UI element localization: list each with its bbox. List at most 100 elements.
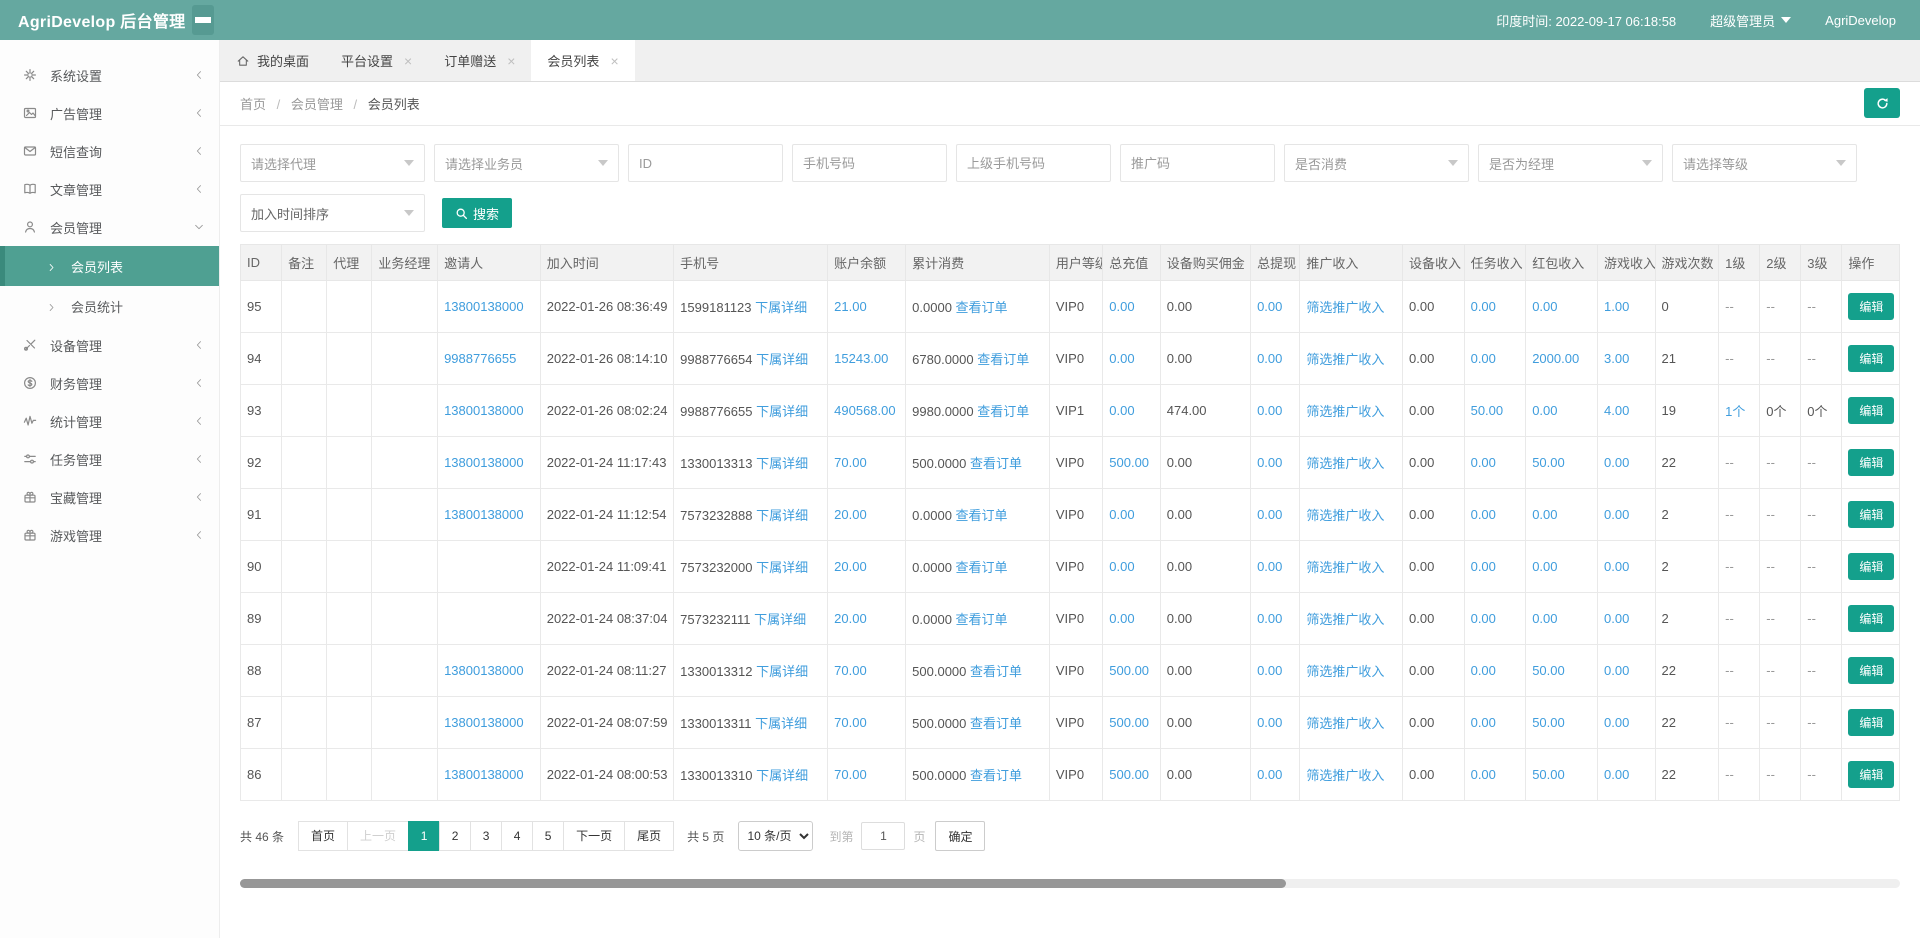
close-icon[interactable]: × (404, 53, 412, 69)
sort-select[interactable]: 加入时间排序 (240, 194, 425, 232)
subordinate-detail-link[interactable]: 下属详细 (755, 300, 807, 315)
edit-button[interactable]: 编辑 (1848, 501, 1894, 528)
edit-button[interactable]: 编辑 (1848, 709, 1894, 736)
withdraw-link[interactable]: 0.00 (1257, 403, 1282, 418)
promo-income-filter-link[interactable]: 筛选推广收入 (1306, 456, 1384, 471)
redpacket-income-link[interactable]: 2000.00 (1532, 351, 1579, 366)
inviter-link[interactable]: 13800138000 (444, 715, 524, 730)
agent-select[interactable]: 请选择代理 (240, 144, 425, 182)
game-income-link[interactable]: 0.00 (1604, 663, 1629, 678)
search-button[interactable]: 搜索 (442, 198, 512, 228)
subordinate-detail-link[interactable]: 下属详细 (755, 716, 807, 731)
recharge-link[interactable]: 0.00 (1109, 351, 1134, 366)
withdraw-link[interactable]: 0.00 (1257, 663, 1282, 678)
withdraw-link[interactable]: 0.00 (1257, 767, 1282, 782)
balance-link[interactable]: 70.00 (834, 767, 867, 782)
subordinate-detail-link[interactable]: 下属详细 (756, 404, 808, 419)
sidebar-item-finance-management[interactable]: 财务管理 (0, 364, 219, 402)
page-last-button[interactable]: 尾页 (624, 821, 674, 851)
view-order-link[interactable]: 查看订单 (956, 300, 1008, 315)
inviter-link[interactable]: 13800138000 (444, 663, 524, 678)
sidebar-item-member-list[interactable]: 会员列表 (0, 246, 219, 286)
subordinate-detail-link[interactable]: 下属详细 (754, 612, 806, 627)
sidebar-item-ad-management[interactable]: 广告管理 (0, 94, 219, 132)
game-income-link[interactable]: 0.00 (1604, 767, 1629, 782)
balance-link[interactable]: 70.00 (834, 663, 867, 678)
edit-button[interactable]: 编辑 (1848, 657, 1894, 684)
view-order-link[interactable]: 查看订单 (956, 508, 1008, 523)
inviter-link[interactable]: 13800138000 (444, 507, 524, 522)
sidebar-item-article-management[interactable]: 文章管理 (0, 170, 219, 208)
username[interactable]: AgriDevelop (1825, 13, 1896, 28)
edit-button[interactable]: 编辑 (1848, 345, 1894, 372)
edit-button[interactable]: 编辑 (1848, 553, 1894, 580)
recharge-link[interactable]: 0.00 (1109, 403, 1134, 418)
withdraw-link[interactable]: 0.00 (1257, 455, 1282, 470)
promo-income-filter-link[interactable]: 筛选推广收入 (1306, 560, 1384, 575)
redpacket-income-link[interactable]: 0.00 (1532, 403, 1557, 418)
tab-platform-settings[interactable]: 平台设置× (325, 40, 428, 81)
game-income-link[interactable]: 0.00 (1604, 455, 1629, 470)
view-order-link[interactable]: 查看订单 (970, 456, 1022, 471)
edit-button[interactable]: 编辑 (1848, 449, 1894, 476)
withdraw-link[interactable]: 0.00 (1257, 611, 1282, 626)
balance-link[interactable]: 70.00 (834, 455, 867, 470)
close-icon[interactable]: × (507, 53, 515, 69)
view-order-link[interactable]: 查看订单 (970, 716, 1022, 731)
redpacket-income-link[interactable]: 0.00 (1532, 559, 1557, 574)
edit-button[interactable]: 编辑 (1848, 761, 1894, 788)
page-next-button[interactable]: 下一页 (563, 821, 625, 851)
tab-order-gift[interactable]: 订单赠送× (428, 40, 531, 81)
promo-income-filter-link[interactable]: 筛选推广收入 (1306, 508, 1384, 523)
page-number-4[interactable]: 4 (501, 821, 533, 851)
view-order-link[interactable]: 查看订单 (977, 352, 1029, 367)
redpacket-income-link[interactable]: 50.00 (1532, 663, 1565, 678)
tab-member-list[interactable]: 会员列表× (531, 40, 634, 81)
promo-income-filter-link[interactable]: 筛选推广收入 (1306, 300, 1384, 315)
consumed-select[interactable]: 是否消费 (1284, 144, 1469, 182)
task-income-link[interactable]: 0.00 (1471, 767, 1496, 782)
task-income-link[interactable]: 0.00 (1471, 299, 1496, 314)
phone-input[interactable] (792, 144, 947, 182)
inviter-link[interactable]: 13800138000 (444, 299, 524, 314)
is-manager-select[interactable]: 是否为经理 (1478, 144, 1663, 182)
game-income-link[interactable]: 1.00 (1604, 299, 1629, 314)
view-order-link[interactable]: 查看订单 (956, 612, 1008, 627)
task-income-link[interactable]: 50.00 (1471, 403, 1504, 418)
edit-button[interactable]: 编辑 (1848, 605, 1894, 632)
redpacket-income-link[interactable]: 0.00 (1532, 507, 1557, 522)
subordinate-detail-link[interactable]: 下属详细 (756, 768, 808, 783)
recharge-link[interactable]: 500.00 (1109, 767, 1149, 782)
task-income-link[interactable]: 0.00 (1471, 663, 1496, 678)
redpacket-income-link[interactable]: 0.00 (1532, 611, 1557, 626)
task-income-link[interactable]: 0.00 (1471, 351, 1496, 366)
inviter-link[interactable]: 9988776655 (444, 351, 516, 366)
game-income-link[interactable]: 4.00 (1604, 403, 1629, 418)
sidebar-item-treasure-management[interactable]: 宝藏管理 (0, 478, 219, 516)
page-size-select[interactable]: 10 条/页 (738, 821, 813, 851)
role-menu[interactable]: 超级管理员 (1710, 11, 1791, 30)
promo-income-filter-link[interactable]: 筛选推广收入 (1306, 768, 1384, 783)
edit-button[interactable]: 编辑 (1848, 293, 1894, 320)
page-first-button[interactable]: 首页 (298, 821, 348, 851)
redpacket-income-link[interactable]: 50.00 (1532, 455, 1565, 470)
subordinate-detail-link[interactable]: 下属详细 (756, 456, 808, 471)
game-income-link[interactable]: 0.00 (1604, 507, 1629, 522)
page-number-2[interactable]: 2 (439, 821, 471, 851)
level-select[interactable]: 请选择等级 (1672, 144, 1857, 182)
task-income-link[interactable]: 0.00 (1471, 559, 1496, 574)
recharge-link[interactable]: 500.00 (1109, 715, 1149, 730)
view-order-link[interactable]: 查看订单 (970, 664, 1022, 679)
sidebar-item-task-management[interactable]: 任务管理 (0, 440, 219, 478)
sidebar-item-member-management[interactable]: 会员管理 (0, 208, 219, 246)
withdraw-link[interactable]: 0.00 (1257, 351, 1282, 366)
withdraw-link[interactable]: 0.00 (1257, 559, 1282, 574)
breadcrumb-member-mgmt[interactable]: 会员管理 (291, 97, 343, 112)
balance-link[interactable]: 15243.00 (834, 351, 888, 366)
inviter-link[interactable]: 13800138000 (444, 403, 524, 418)
view-order-link[interactable]: 查看订单 (977, 404, 1029, 419)
task-income-link[interactable]: 0.00 (1471, 715, 1496, 730)
salesman-select[interactable]: 请选择业务员 (434, 144, 619, 182)
redpacket-income-link[interactable]: 0.00 (1532, 299, 1557, 314)
game-income-link[interactable]: 0.00 (1604, 611, 1629, 626)
